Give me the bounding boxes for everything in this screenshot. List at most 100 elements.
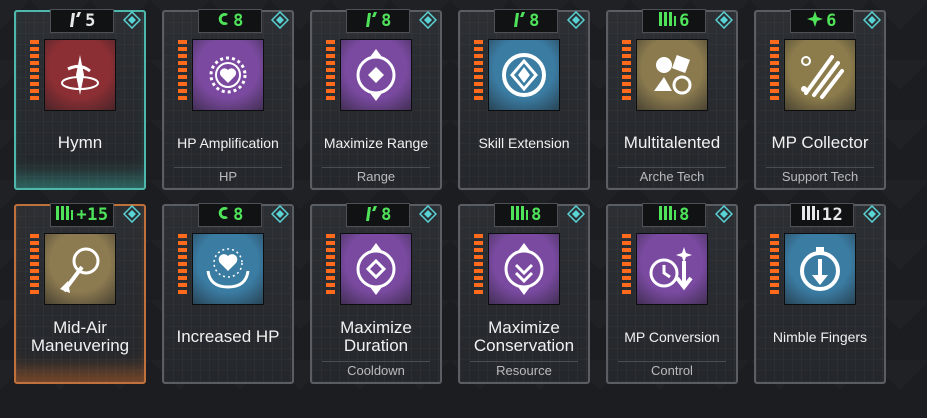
- cost-value: +15: [76, 205, 109, 225]
- capacity-segment: [770, 283, 779, 287]
- capacity-segment: [622, 61, 631, 65]
- m-icon: [55, 205, 74, 226]
- cost-badge: 8: [346, 203, 410, 227]
- capacity-segment: [770, 54, 779, 58]
- capacity-segment: [30, 234, 39, 238]
- hymn-icon: [44, 39, 116, 111]
- module-name: Maximize Range: [323, 134, 429, 151]
- module-card[interactable]: 8 Maximize Duration Cooldown: [310, 203, 442, 384]
- capacity-segment: [178, 262, 187, 266]
- m-icon: [801, 205, 819, 226]
- capacity-indicator: [178, 234, 187, 294]
- capacity-segment: [326, 269, 335, 273]
- cost-badge: 6: [790, 9, 854, 33]
- capacity-segment: [178, 290, 187, 294]
- capacity-segment: [178, 269, 187, 273]
- capacity-segment: [770, 61, 779, 65]
- capacity-indicator: [622, 234, 631, 294]
- module-card[interactable]: 8 Increased HP: [162, 203, 294, 384]
- cost-value: 8: [233, 205, 244, 225]
- module-name: HP Amplification: [177, 134, 279, 151]
- cost-badge: 8: [346, 9, 410, 33]
- capacity-segment: [30, 68, 39, 72]
- capacity-indicator: [326, 234, 335, 294]
- cost-value: 5: [85, 11, 96, 31]
- capacity-segment: [30, 40, 39, 44]
- module-name: Increased HP: [176, 327, 280, 347]
- grapple-icon: [44, 233, 116, 305]
- capacity-segment: [770, 262, 779, 266]
- conservation-icon: [488, 233, 560, 305]
- cost-badge: 8: [494, 9, 558, 33]
- cost-badge: 5: [50, 9, 114, 33]
- capacity-segment: [326, 276, 335, 280]
- module-card[interactable]: 6 MP Collector Support Tech: [754, 9, 886, 190]
- range-arrows-icon: [340, 39, 412, 111]
- module-card[interactable]: 8 Skill Extension: [458, 9, 590, 190]
- c-icon: [216, 11, 230, 32]
- module-card[interactable]: 12 Nimble Fingers: [754, 203, 886, 384]
- module-category: Arche Tech: [618, 167, 726, 185]
- capacity-segment: [30, 89, 39, 93]
- capacity-segment: [474, 68, 483, 72]
- capacity-segment: [178, 255, 187, 259]
- capacity-segment: [474, 276, 483, 280]
- capacity-segment: [178, 68, 187, 72]
- module-card[interactable]: 8 Maximize Range Range: [310, 9, 442, 190]
- capacity-segment: [178, 54, 187, 58]
- capacity-segment: [30, 290, 39, 294]
- capacity-segment: [30, 262, 39, 266]
- claw-icon: [512, 11, 526, 32]
- module-name: Skill Extension: [478, 134, 570, 151]
- capacity-indicator: [326, 40, 335, 100]
- module-card[interactable]: 8 Maximize Conservation Resource: [458, 203, 590, 384]
- capacity-indicator: [474, 234, 483, 294]
- capacity-segment: [30, 54, 39, 58]
- heart-spike-icon: [192, 39, 264, 111]
- diamond-icon: [419, 205, 437, 223]
- capacity-segment: [30, 248, 39, 252]
- shapes-icon: [636, 39, 708, 111]
- capacity-segment: [770, 255, 779, 259]
- diamond-icon: [863, 11, 881, 29]
- diamond-icon: [863, 205, 881, 223]
- capacity-segment: [622, 255, 631, 259]
- capacity-segment: [326, 82, 335, 86]
- capacity-segment: [474, 61, 483, 65]
- diamond-ring-icon: [488, 39, 560, 111]
- capacity-segment: [326, 262, 335, 266]
- module-card[interactable]: 6 Multitalented Arche Tech: [606, 9, 738, 190]
- module-name: Mid-Air Maneuvering: [30, 318, 130, 355]
- capacity-segment: [622, 82, 631, 86]
- capacity-segment: [474, 283, 483, 287]
- cost-value: 8: [679, 205, 690, 225]
- cost-value: 8: [381, 205, 392, 225]
- capacity-segment: [326, 290, 335, 294]
- module-card[interactable]: 5 Hymn: [14, 9, 146, 190]
- capacity-segment: [474, 290, 483, 294]
- module-name: Maximize Conservation: [473, 318, 575, 355]
- capacity-segment: [178, 248, 187, 252]
- module-card[interactable]: +15 Mid-Air Maneuvering: [14, 203, 146, 384]
- diamond-icon: [567, 205, 585, 223]
- stopwatch-icon: [784, 233, 856, 305]
- capacity-segment: [622, 47, 631, 51]
- capacity-segment: [622, 262, 631, 266]
- capacity-segment: [178, 47, 187, 51]
- claw-mark-icon: [784, 39, 856, 111]
- capacity-segment: [326, 255, 335, 259]
- module-category: HP: [174, 167, 282, 185]
- capacity-segment: [326, 248, 335, 252]
- capacity-segment: [622, 290, 631, 294]
- capacity-segment: [770, 82, 779, 86]
- capacity-segment: [474, 248, 483, 252]
- diamond-icon: [271, 205, 289, 223]
- module-card[interactable]: 8 HP Amplification HP: [162, 9, 294, 190]
- diamond-icon: [567, 11, 585, 29]
- capacity-segment: [622, 96, 631, 100]
- capacity-segment: [474, 54, 483, 58]
- module-card[interactable]: 8 MP Conversion Control: [606, 203, 738, 384]
- duration-arrows-icon: [340, 233, 412, 305]
- capacity-segment: [30, 96, 39, 100]
- capacity-segment: [326, 283, 335, 287]
